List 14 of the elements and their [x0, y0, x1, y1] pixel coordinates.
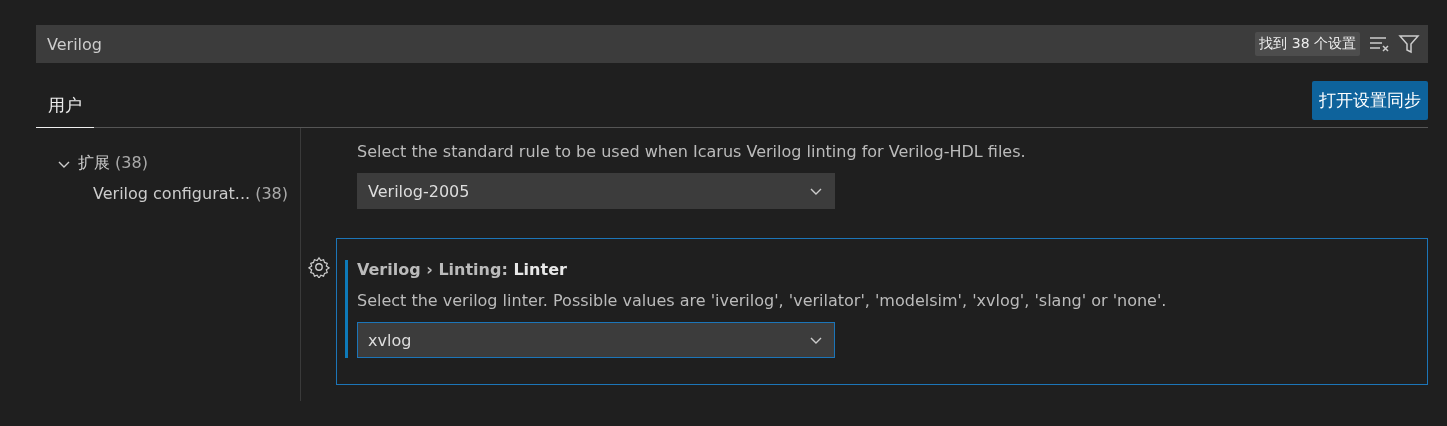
setting-description: Select the standard rule to be used when Icarus Verilog linting for Verilog-HDL files. — [357, 142, 1027, 161]
results-count: 找到 38 个设置 — [1255, 32, 1360, 56]
gear-icon[interactable] — [308, 256, 330, 278]
tree-item[interactable]: 扩展 (38) — [36, 153, 300, 174]
sync-button[interactable]: 打开设置同步 — [1312, 81, 1428, 120]
setting-description: Select the verilog linter. Possible values are 'iverilog', 'verilator', 'modelsim', 'xvlog', 'slang' or 'none'. — [357, 291, 1168, 310]
tree-item[interactable]: Verilog configurat... (38) — [36, 184, 300, 203]
setting-title: Verilog › Linting: Linter — [357, 260, 568, 279]
search-input[interactable]: Verilog — [47, 34, 1248, 54]
dropdown[interactable]: Verilog-2005 — [357, 173, 835, 209]
dropdown[interactable]: xvlog — [357, 322, 835, 358]
filter-icon[interactable] — [1398, 33, 1420, 55]
settings-tab[interactable]: 用户 — [36, 94, 94, 128]
search-field[interactable]: Verilog 找到 38 个设置 — [36, 25, 1428, 63]
